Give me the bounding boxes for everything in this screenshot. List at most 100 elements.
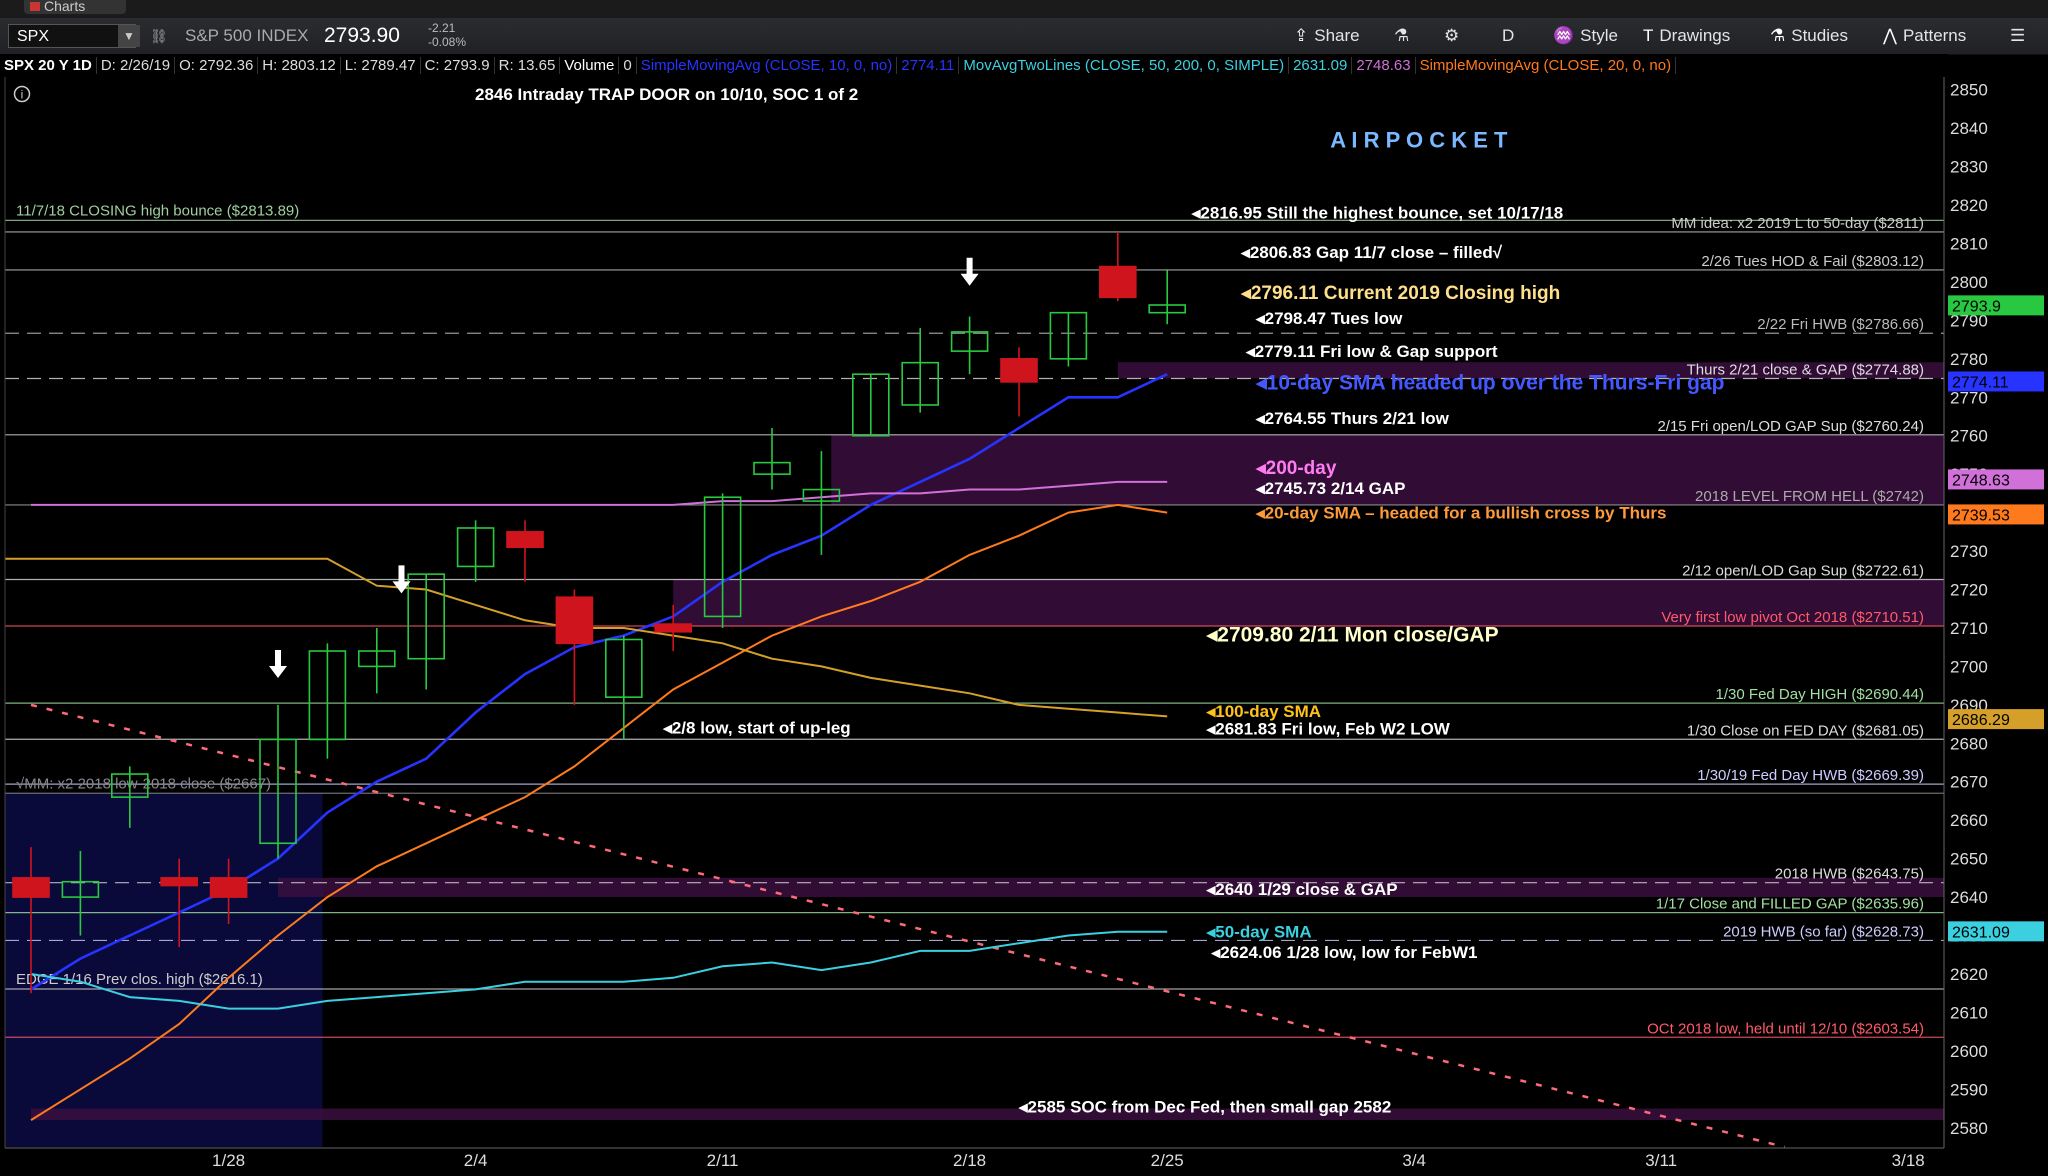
sma20-label: SimpleMovingAvg (CLOSE, 20, 0, no) <box>1415 57 1677 74</box>
price-tag-label: 2739.53 <box>1952 507 2010 524</box>
candle-body <box>12 877 50 898</box>
price-chart[interactable]: 11/7/18 CLOSING high bounce ($2813.89) MM… <box>0 77 2048 1176</box>
price-tick-label: 2800 <box>1950 273 1988 292</box>
price-tag-label: 2793.9 <box>1952 298 2001 315</box>
annotation: ◂2640 1/29 close & GAP <box>1206 880 1398 899</box>
last-price: 2793.90 <box>324 24 400 47</box>
info-icon-glyph: i <box>21 88 24 102</box>
date-tick-label: 2/25 <box>1151 1151 1184 1170</box>
sma10-label: SimpleMovingAvg (CLOSE, 10, 0, no) <box>636 57 898 74</box>
patterns-button[interactable]: ⋀ Patterns <box>1883 18 1966 54</box>
level-label: 2/15 Fri open/LOD GAP Sup ($2760.24) <box>1657 418 1924 435</box>
volume-label: Volume <box>560 57 620 74</box>
level-label: 2018 LEVEL FROM HELL ($2742) <box>1695 488 1924 505</box>
drawings-button[interactable]: T Drawings <box>1643 18 1730 54</box>
tab-charts[interactable]: Charts <box>24 0 126 14</box>
level-label: 2/12 open/LOD Gap Sup ($2722.61) <box>1682 562 1924 579</box>
studies-button[interactable]: ⚗ Studies <box>1770 18 1848 54</box>
level-label: MM idea: x2 2019 L to 50-day ($2811) <box>1671 215 1924 232</box>
price-tick-label: 2850 <box>1950 81 1988 100</box>
level-label: Very first low pivot Oct 2018 ($2710.51) <box>1661 609 1924 626</box>
date-tick-label: 3/11 <box>1645 1151 1677 1170</box>
price-tag-label: 2686.29 <box>1952 712 2010 729</box>
link-icon[interactable]: ⛓ <box>150 18 168 54</box>
price-tick-label: 2780 <box>1950 350 1988 369</box>
info-high: H: 2803.12 <box>258 57 341 74</box>
price-tick-label: 2610 <box>1950 1003 1988 1022</box>
share-label: Share <box>1314 26 1360 45</box>
candle-body <box>654 623 693 633</box>
price-tag-label: 2774.11 <box>1952 374 2009 391</box>
price-tick-label: 2640 <box>1950 888 1988 907</box>
price-tick-label: 2620 <box>1950 965 1988 984</box>
level-label: √MM: x2 2018 low-2018 close ($2667) <box>16 775 271 792</box>
mavg2-label: MovAvgTwoLines (CLOSE, 50, 200, 0, SIMPL… <box>959 57 1290 74</box>
price-tick-label: 2720 <box>1950 581 1988 600</box>
level-label: 11/7/18 CLOSING high bounce ($2813.89) <box>16 202 299 219</box>
price-tick-label: 2600 <box>1950 1042 1988 1061</box>
annotation: ◂10-day SMA headed up over the Thurs-Fri… <box>1255 372 1724 395</box>
price-tick-label: 2760 <box>1950 427 1988 446</box>
menu-icon[interactable]: ☰ <box>2010 18 2025 54</box>
annotation: ◂2709.80 2/11 Mon close/GAP <box>1206 623 1499 646</box>
gear-icon[interactable]: ⚙ <box>1444 18 1459 54</box>
annotation: ◂2585 SOC from Dec Fed, then small gap 2… <box>1018 1097 1391 1116</box>
price-tick-label: 2710 <box>1950 619 1988 638</box>
share-button[interactable]: ⇪ Share <box>1294 18 1360 54</box>
annotation: ◂2796.11 Current 2019 Closing high <box>1240 283 1560 304</box>
info-bar: SPX 20 Y 1D D: 2/26/19 O: 2792.36 H: 2803.1… <box>0 54 1948 78</box>
style-button[interactable]: ♒ Style <box>1553 18 1618 54</box>
annotation: ◂100-day SMA <box>1206 702 1321 721</box>
annotation: ◂20-day SMA – headed for a bullish cross… <box>1255 503 1666 522</box>
price-tick-label: 2670 <box>1950 773 1988 792</box>
flask-icon[interactable]: ⚗ <box>1394 18 1409 54</box>
date-tick-label: 2/4 <box>464 1151 488 1170</box>
drawings-label: Drawings <box>1659 26 1731 45</box>
candle-body <box>555 596 594 645</box>
annotation: ◂2681.83 Fri low, Feb W2 LOW <box>1206 719 1451 738</box>
price-tick-label: 2810 <box>1950 234 1988 253</box>
studies-label: Studies <box>1791 26 1848 45</box>
period-button[interactable]: D <box>1502 18 1514 54</box>
annotation: ◂2816.95 Still the highest bounce, set 1… <box>1191 203 1563 222</box>
price-tick-label: 2680 <box>1950 734 1988 753</box>
level-label: 1/17 Close and FILLED GAP ($2635.96) <box>1656 896 1924 913</box>
candle-body <box>1099 265 1137 299</box>
date-tick-label: 2/11 <box>707 1151 739 1170</box>
price-tick-label: 2730 <box>1950 542 1988 561</box>
price-tick-label: 2590 <box>1950 1080 1988 1099</box>
symbol-input[interactable]: SPX <box>8 24 136 48</box>
studies-icon: ⚗ <box>1770 26 1786 45</box>
style-icon: ♒ <box>1553 26 1575 45</box>
info-open: O: 2792.36 <box>175 57 259 74</box>
candle-body <box>209 877 248 898</box>
mavg2-value-2: 2748.63 <box>1352 57 1416 74</box>
annotation: ◂2779.11 Fri low & Gap support <box>1245 342 1498 361</box>
tab-label: Charts <box>44 0 86 14</box>
price-tick-label: 2820 <box>1950 196 1988 215</box>
chevron-down-icon[interactable]: ▼ <box>118 25 140 47</box>
level-label: 1/30 Close on FED DAY ($2681.05) <box>1687 722 1924 739</box>
volume-value: 0 <box>619 57 637 74</box>
level-label: 1/30/19 Fed Day HWB ($2669.39) <box>1697 767 1924 784</box>
price-tick-label: 2660 <box>1950 811 1988 830</box>
price-tick-label: 2700 <box>1950 657 1988 676</box>
info-close: C: 2793.9 <box>420 57 495 74</box>
chart-title: SPX 20 Y 1D <box>0 57 97 74</box>
annotation: ◂200-day <box>1255 458 1337 479</box>
candle-body <box>160 877 198 887</box>
date-tick-label: 3/18 <box>1892 1151 1925 1170</box>
annotation: ◂2624.06 1/28 low, low for FebW1 <box>1211 943 1478 962</box>
date-tick-label: 1/28 <box>212 1151 245 1170</box>
header-note: 2846 Intraday TRAP DOOR on 10/10, SOC 1 … <box>475 85 858 104</box>
tab-bar: Charts <box>0 0 2048 18</box>
candle-body <box>1000 358 1038 383</box>
sma10-value: 2774.11 <box>897 57 960 74</box>
level-label: 2/22 Fri HWB ($2786.66) <box>1757 316 1924 333</box>
price-tick-label: 2840 <box>1950 119 1988 138</box>
annotation: ◂2745.73 2/14 GAP <box>1255 479 1405 498</box>
annotation: ◂50-day SMA <box>1206 922 1312 941</box>
price-tick-label: 2580 <box>1950 1119 1988 1138</box>
level-label: OCt 2018 low, held until 12/10 ($2603.54… <box>1647 1020 1924 1037</box>
date-axis: 1/28 2/4 2/11 2/18 2/25 3/4 3/11 3/18 <box>0 1147 2048 1176</box>
